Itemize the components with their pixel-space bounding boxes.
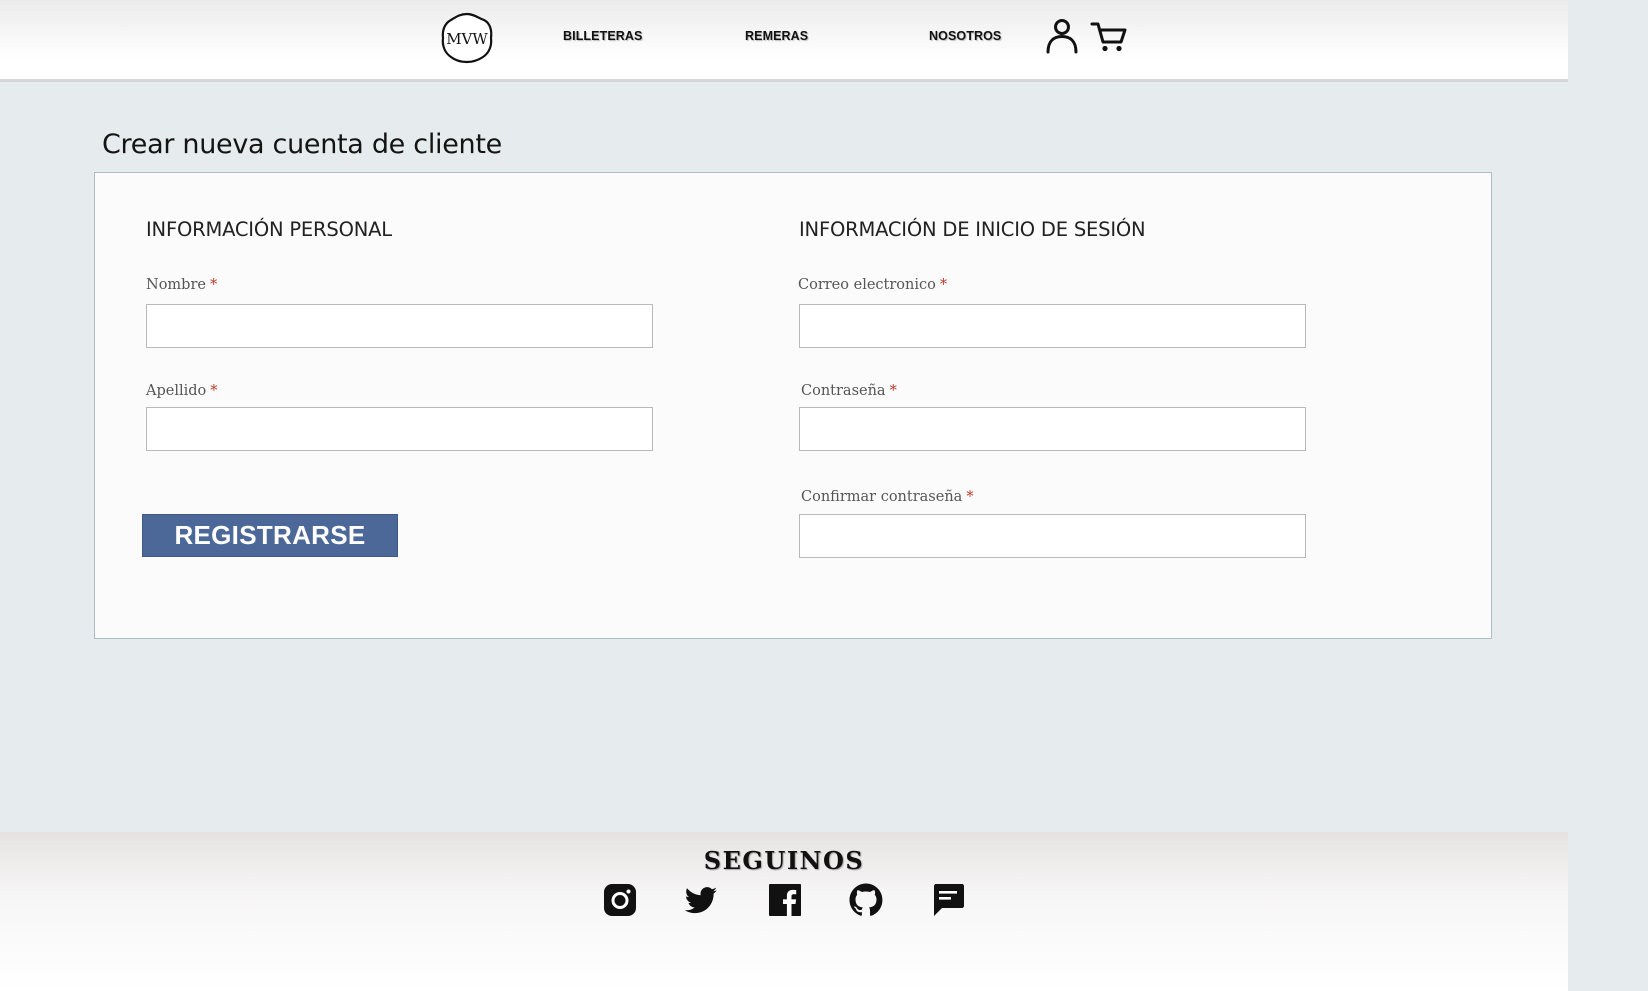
password-label-text: Contraseña <box>801 383 886 399</box>
email-input[interactable] <box>799 304 1306 348</box>
site-footer: SEGUINOS <box>0 832 1568 991</box>
confirm-password-input[interactable] <box>799 514 1306 558</box>
nav-billeteras[interactable]: BILLETERAS <box>563 29 642 43</box>
email-label: Correo electronico * <box>798 277 947 293</box>
login-info-heading: INFORMACIÓN DE INICIO DE SESIÓN <box>799 218 1146 241</box>
nombre-input[interactable] <box>146 304 653 348</box>
brand-logo[interactable]: MVW <box>440 12 494 64</box>
github-icon[interactable] <box>848 882 884 918</box>
logo-text: MVW <box>446 30 488 48</box>
brand-logo-badge: MVW <box>441 12 493 64</box>
apellido-label: Apellido * <box>146 383 218 399</box>
chat-icon[interactable] <box>930 882 966 918</box>
cart-icon[interactable] <box>1090 20 1128 54</box>
nombre-label: Nombre * <box>146 277 217 293</box>
register-form-panel: INFORMACIÓN PERSONAL INFORMACIÓN DE INIC… <box>94 172 1492 639</box>
nombre-label-text: Nombre <box>146 277 206 293</box>
personal-info-heading: INFORMACIÓN PERSONAL <box>146 218 392 241</box>
password-input[interactable] <box>799 407 1306 451</box>
required-marker: * <box>939 277 948 293</box>
required-marker: * <box>210 383 218 399</box>
confirm-password-label: Confirmar contraseña * <box>801 489 974 505</box>
register-button[interactable]: REGISTRARSE <box>142 514 398 557</box>
facebook-icon[interactable] <box>767 882 803 918</box>
instagram-icon[interactable] <box>602 882 638 918</box>
site-header: MVW BILLETERAS REMERAS NOSOTROS <box>0 0 1568 82</box>
footer-title: SEGUINOS <box>703 846 865 875</box>
user-icon[interactable] <box>1045 18 1079 54</box>
twitter-icon[interactable] <box>683 882 719 918</box>
nav-nosotros[interactable]: NOSOTROS <box>929 29 1001 43</box>
nav-remeras[interactable]: REMERAS <box>745 29 808 43</box>
apellido-input[interactable] <box>146 407 653 451</box>
page-title: Crear nueva cuenta de cliente <box>102 129 502 160</box>
required-marker: * <box>209 277 218 293</box>
password-label: Contraseña * <box>801 383 897 399</box>
required-marker: * <box>966 489 974 505</box>
email-label-text: Correo electronico <box>798 277 936 293</box>
required-marker: * <box>889 383 897 399</box>
confirm-password-label-text: Confirmar contraseña <box>801 489 963 505</box>
apellido-label-text: Apellido <box>146 383 207 399</box>
